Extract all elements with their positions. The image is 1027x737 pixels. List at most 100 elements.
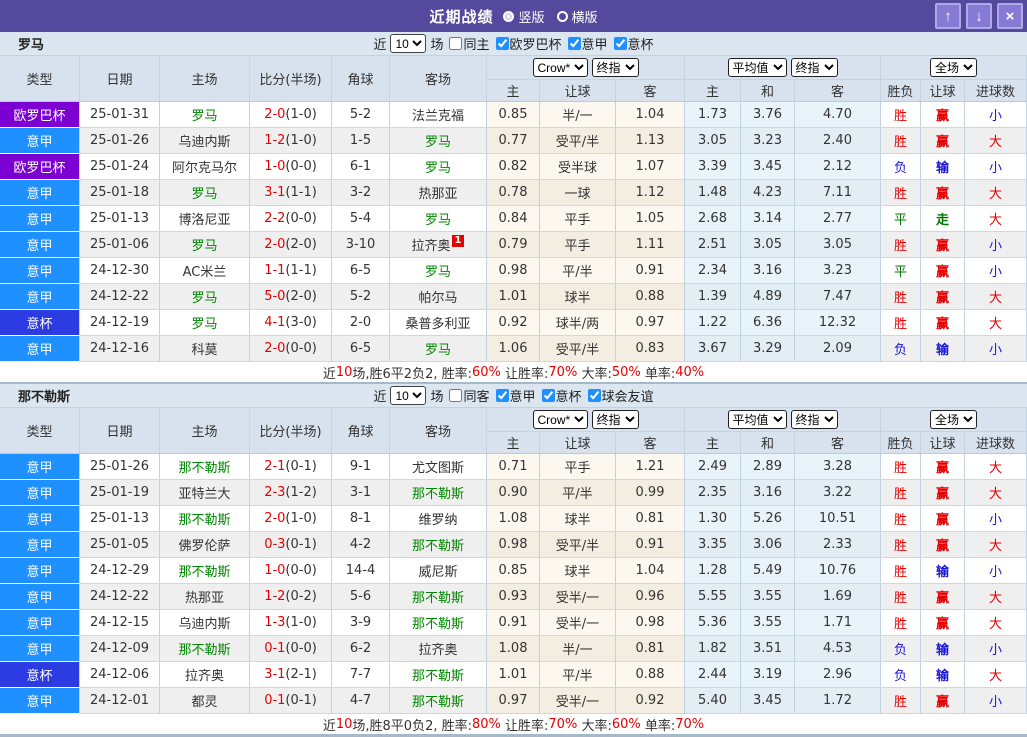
league-checkbox-label[interactable]: 意杯 [610, 34, 654, 53]
avg-away-cell: 10.76 [795, 558, 881, 584]
result-outcome-cell: 负 [881, 636, 921, 662]
date-cell: 25-01-06 [80, 232, 160, 258]
away-odds-cell: 0.96 [616, 584, 685, 610]
league-checkbox-label[interactable]: 球会友谊 [584, 386, 654, 405]
result-outcome-cell: 胜 [881, 688, 921, 714]
summary-text-segment: 80% [472, 717, 501, 732]
avg-away-cell: 3.23 [795, 258, 881, 284]
result-outcome-cell: 负 [881, 662, 921, 688]
section-filter-bar: 罗马近10场同主欧罗巴杯意甲意杯 [0, 32, 1027, 56]
avg-stage-select[interactable]: 终指 [791, 58, 838, 77]
radio-icon[interactable] [503, 11, 514, 22]
avg-draw-cell: 3.16 [741, 480, 795, 506]
same-venue-checkbox[interactable] [449, 389, 462, 402]
sub-column-header: 和 [741, 431, 795, 453]
odds-company-select[interactable]: Crow* [533, 58, 588, 77]
league-type-cell: 意甲 [0, 636, 80, 662]
league-type-cell: 意甲 [0, 128, 80, 154]
home-odds-cell: 1.06 [487, 336, 540, 362]
home-odds-cell: 0.71 [487, 454, 540, 480]
match-count-select[interactable]: 10 [390, 386, 426, 405]
home-team-cell: 那不勒斯 [160, 558, 250, 584]
league-checkbox[interactable] [614, 37, 627, 50]
league-checkbox-label[interactable]: 意甲 [564, 34, 608, 53]
home-team-name: 乌迪内斯 [178, 613, 230, 632]
scroll-up-button[interactable]: ↑ [935, 3, 961, 29]
radio-icon[interactable] [557, 11, 568, 22]
match-count-select[interactable]: 10 [390, 34, 426, 53]
avg-home-cell: 1.22 [685, 310, 741, 336]
same-venue-checkbox-label[interactable]: 同客 [445, 386, 489, 405]
avg-away-cell: 1.72 [795, 688, 881, 714]
result-handicap-cell: 赢 [921, 310, 965, 336]
summary-text-segment: 60% [472, 365, 501, 380]
half-score: (0-2) [285, 589, 316, 604]
league-checkbox[interactable] [588, 389, 601, 402]
league-checkbox-label[interactable]: 意杯 [538, 386, 582, 405]
period-select[interactable]: 全场 [930, 410, 977, 429]
result-handicap-cell: 赢 [921, 532, 965, 558]
same-venue-checkbox-label[interactable]: 同主 [445, 34, 489, 53]
home-odds-cell: 0.90 [487, 480, 540, 506]
layout-radio-group: 竖版 横版 [503, 7, 597, 26]
avg-away-cell: 10.51 [795, 506, 881, 532]
full-score: 2-0 [264, 237, 285, 252]
half-score: (0-0) [285, 159, 316, 174]
league-checkbox-label[interactable]: 欧罗巴杯 [492, 34, 562, 53]
corners-cell: 6-5 [332, 258, 390, 284]
avg-source-select[interactable]: 平均值 [728, 58, 787, 77]
away-odds-cell: 1.04 [616, 102, 685, 128]
league-label: 意甲 [510, 386, 536, 405]
filter-matches-label: 场 [430, 386, 443, 405]
league-checkbox[interactable] [496, 37, 509, 50]
scroll-down-button[interactable]: ↓ [966, 3, 992, 29]
odds-stage-select[interactable]: 终指 [592, 410, 639, 429]
league-checkbox[interactable] [568, 37, 581, 50]
avg-home-cell: 3.05 [685, 128, 741, 154]
full-score: 3-1 [264, 667, 285, 682]
avg-draw-cell: 6.36 [741, 310, 795, 336]
close-button[interactable]: × [997, 3, 1023, 29]
score-cell: 3-1(2-1) [250, 662, 332, 688]
result-handicap-cell: 赢 [921, 584, 965, 610]
home-team-name: 亚特兰大 [178, 483, 230, 502]
away-team-name: 尤文图斯 [412, 457, 464, 476]
league-label: 意杯 [556, 386, 582, 405]
away-team-name: 威尼斯 [418, 561, 457, 580]
corners-cell: 7-7 [332, 662, 390, 688]
avg-stage-select[interactable]: 终指 [791, 410, 838, 429]
score-cell: 1-0(0-0) [250, 154, 332, 180]
home-odds-cell: 0.77 [487, 128, 540, 154]
titlebar-center: 近期战绩 竖版 横版 [0, 6, 1027, 27]
league-checkbox-label[interactable]: 意甲 [492, 386, 536, 405]
home-odds-cell: 0.98 [487, 532, 540, 558]
summary-text-segment: 10 [336, 365, 353, 380]
avg-away-cell: 7.11 [795, 180, 881, 206]
avg-home-cell: 3.39 [685, 154, 741, 180]
period-select[interactable]: 全场 [930, 58, 977, 77]
date-cell: 24-12-09 [80, 636, 160, 662]
avg-home-cell: 2.35 [685, 480, 741, 506]
radio-vertical-layout[interactable]: 竖版 [503, 7, 544, 26]
column-header: 比分(半场) [250, 56, 332, 101]
home-team-cell: 拉齐奥 [160, 662, 250, 688]
odds-stage-select[interactable]: 终指 [592, 58, 639, 77]
half-score: (1-2) [285, 485, 316, 500]
away-team-name: 罗马 [425, 339, 451, 358]
avg-away-cell: 2.12 [795, 154, 881, 180]
up-arrow-icon: ↑ [944, 9, 952, 24]
avg-source-select[interactable]: 平均值 [728, 410, 787, 429]
full-score: 3-1 [264, 185, 285, 200]
same-venue-checkbox[interactable] [449, 37, 462, 50]
sub-column-header: 客 [616, 79, 685, 101]
result-goals-cell: 大 [965, 128, 1027, 154]
result-outcome-cell: 平 [881, 206, 921, 232]
result-outcome-cell: 胜 [881, 610, 921, 636]
odds-company-select[interactable]: Crow* [533, 410, 588, 429]
league-checkbox[interactable] [496, 389, 509, 402]
league-checkbox[interactable] [542, 389, 555, 402]
radio-horizontal-layout[interactable]: 横版 [557, 7, 598, 26]
summary-text-segment: 70% [548, 717, 577, 732]
result-handicap-cell: 输 [921, 336, 965, 362]
avg-home-cell: 1.48 [685, 180, 741, 206]
